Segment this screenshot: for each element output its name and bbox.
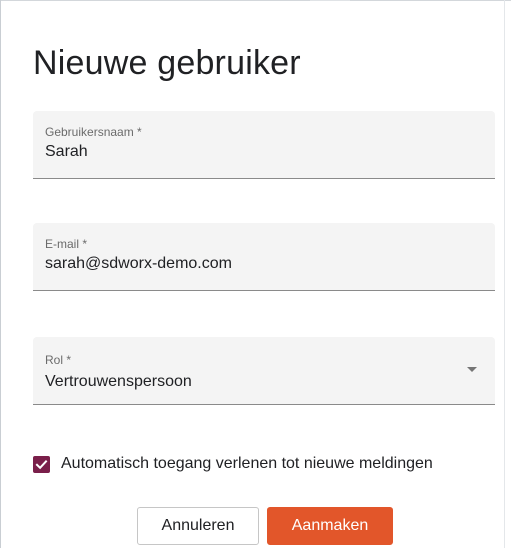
role-select[interactable]: Rol * Vertrouwenspersoon (33, 337, 495, 405)
create-button[interactable]: Aanmaken (267, 507, 393, 545)
username-field[interactable]: Gebruikersnaam * Sarah (33, 111, 495, 179)
email-field[interactable]: E-mail * sarah@sdworx-demo.com (33, 223, 495, 291)
email-value: sarah@sdworx-demo.com (45, 255, 232, 272)
auto-access-checkbox-row[interactable]: Automatisch toegang verlenen tot nieuwe … (33, 455, 433, 473)
dialog-right-edge (504, 0, 505, 548)
username-label: Gebruikersnaam * (45, 125, 142, 139)
role-value: Vertrouwenspersoon (45, 373, 192, 390)
dialog-title: Nieuwe gebruiker (33, 44, 301, 82)
email-label: E-mail * (45, 237, 88, 251)
chevron-down-icon[interactable] (467, 367, 477, 372)
cancel-button[interactable]: Annuleren (137, 507, 259, 545)
username-value: Sarah (45, 143, 88, 160)
auto-access-checkbox-label: Automatisch toegang verlenen tot nieuwe … (61, 455, 433, 472)
new-user-dialog: Nieuwe gebruiker Gebruikersnaam * Sarah … (1, 1, 504, 548)
role-label: Rol * (45, 353, 72, 367)
checkmark-icon (35, 459, 48, 469)
auto-access-checkbox[interactable] (33, 455, 50, 473)
